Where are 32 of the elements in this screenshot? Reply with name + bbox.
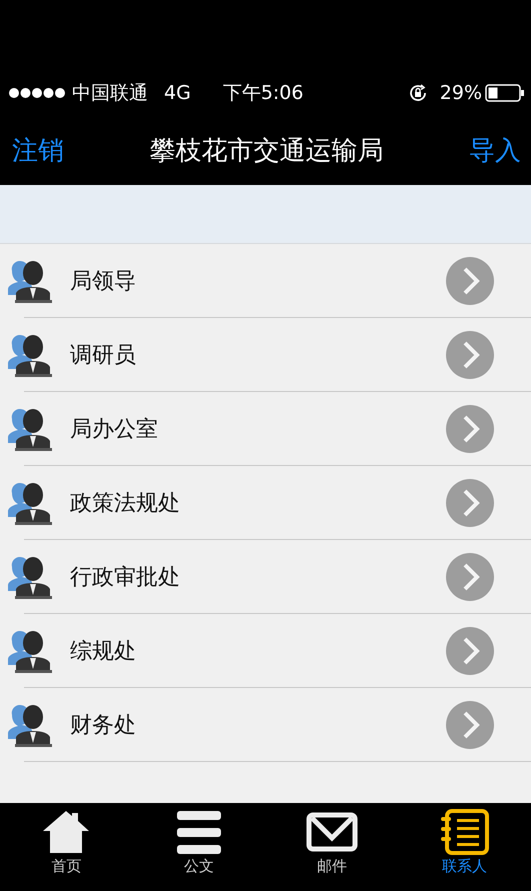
contact-group-name[interactable]: 综规处: [70, 636, 446, 666]
battery-percent: 29%: [440, 82, 482, 104]
chevron-right-icon[interactable]: [446, 553, 494, 601]
mail-icon: [306, 812, 358, 852]
tab-bar-item[interactable]: 首页: [0, 803, 133, 891]
chevron-right-icon[interactable]: [446, 627, 494, 675]
chevron-right-icon[interactable]: [446, 405, 494, 453]
contact-group-name[interactable]: 局领导: [70, 266, 446, 296]
home-icon: [41, 809, 92, 855]
chevron-right-icon[interactable]: [446, 257, 494, 305]
chevron-right-icon[interactable]: [446, 331, 494, 379]
carrier-name: 中国联通: [72, 80, 148, 106]
page-title: 攀枝花市交通运输局: [150, 134, 384, 168]
import-button[interactable]: 导入: [469, 132, 521, 168]
notebook-icon: [438, 809, 491, 855]
tab-bar-item[interactable]: 公文: [132, 803, 266, 891]
network-type: 4G: [164, 82, 191, 104]
battery-icon: [485, 84, 525, 102]
tab-bar-item[interactable]: 联系人: [398, 803, 531, 891]
logout-button[interactable]: 注销: [12, 132, 64, 168]
contact-group-name[interactable]: 调研员: [70, 340, 446, 370]
rotation-lock-icon: [408, 82, 428, 102]
menu-icon: [175, 809, 224, 855]
contact-group-name[interactable]: 行政审批处: [70, 562, 446, 592]
clock-time: 下午5:06: [222, 80, 304, 106]
chevron-right-icon[interactable]: [446, 479, 494, 527]
contact-group-name[interactable]: 局办公室: [70, 414, 446, 444]
chevron-right-icon[interactable]: [446, 701, 494, 749]
contact-group-name[interactable]: 政策法规处: [70, 488, 446, 518]
contact-group-name[interactable]: 财务处: [70, 710, 446, 740]
signal-icon: [8, 86, 66, 98]
tab-bar-item[interactable]: 邮件: [266, 803, 398, 891]
